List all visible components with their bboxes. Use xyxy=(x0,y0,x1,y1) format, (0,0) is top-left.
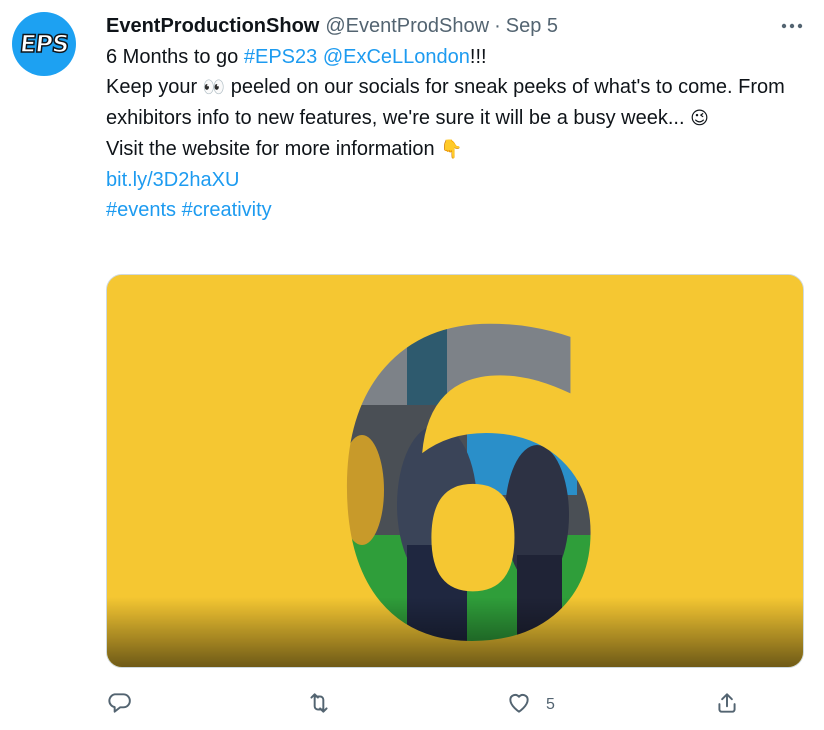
hashtag-creativity[interactable]: #creativity xyxy=(182,199,272,221)
pointing-down-emoji-icon: 👇 xyxy=(440,139,463,160)
tweet-date[interactable]: Sep 5 xyxy=(506,15,558,38)
tweet-body: EventProductionShow @EventProdShow · Sep… xyxy=(106,12,806,225)
line3-text: Visit the website for more information xyxy=(106,138,441,160)
media-image: 6 6 xyxy=(107,275,803,667)
tweet-text: 6 Months to go #EPS23 @ExCeLLondon!!! Ke… xyxy=(106,42,806,225)
eyes-emoji-icon: 👀 xyxy=(202,77,226,98)
hashtag-events[interactable]: #events xyxy=(106,199,176,221)
tweet-line-4: bit.ly/3D2haXU xyxy=(106,165,806,195)
avatar[interactable]: EPS xyxy=(12,12,76,76)
reply-icon xyxy=(106,690,132,721)
tweet-line-3: Visit the website for more information 👇 xyxy=(106,134,806,165)
display-name[interactable]: EventProductionShow xyxy=(106,15,319,38)
line1-prefix: 6 Months to go xyxy=(106,46,244,68)
tweet-line-5: #events #creativity xyxy=(106,195,806,225)
reply-button[interactable] xyxy=(106,688,132,722)
wink-emoji-icon: 😉 xyxy=(690,108,709,129)
user-handle[interactable]: @EventProdShow xyxy=(325,15,489,38)
avatar-text: EPS xyxy=(18,29,71,59)
line1-suffix: !!! xyxy=(469,46,487,68)
tweet-media[interactable]: 6 6 xyxy=(106,274,804,668)
mention-excel-london[interactable]: @ExCeLLondon xyxy=(323,46,470,68)
share-icon xyxy=(714,690,740,721)
tweet-link[interactable]: bit.ly/3D2haXU xyxy=(106,169,239,191)
tweet-line-2: Keep your 👀 peeled on our socials for sn… xyxy=(106,72,806,134)
line2-a: Keep your xyxy=(106,76,203,98)
header-separator: · xyxy=(494,14,501,37)
heart-icon xyxy=(506,690,532,721)
share-button[interactable] xyxy=(714,688,740,722)
tweet-header: EventProductionShow @EventProdShow · Sep… xyxy=(106,12,806,40)
hashtag-eps23[interactable]: #EPS23 xyxy=(244,46,317,68)
media-shade xyxy=(107,597,803,667)
tweet-actions: 5 xyxy=(106,688,746,722)
more-options-icon[interactable] xyxy=(778,14,806,38)
like-button[interactable]: 5 xyxy=(506,688,555,722)
retweet-button[interactable] xyxy=(306,688,332,722)
retweet-icon xyxy=(306,690,332,721)
like-count: 5 xyxy=(546,696,555,713)
tweet-line-1: 6 Months to go #EPS23 @ExCeLLondon!!! xyxy=(106,42,806,72)
